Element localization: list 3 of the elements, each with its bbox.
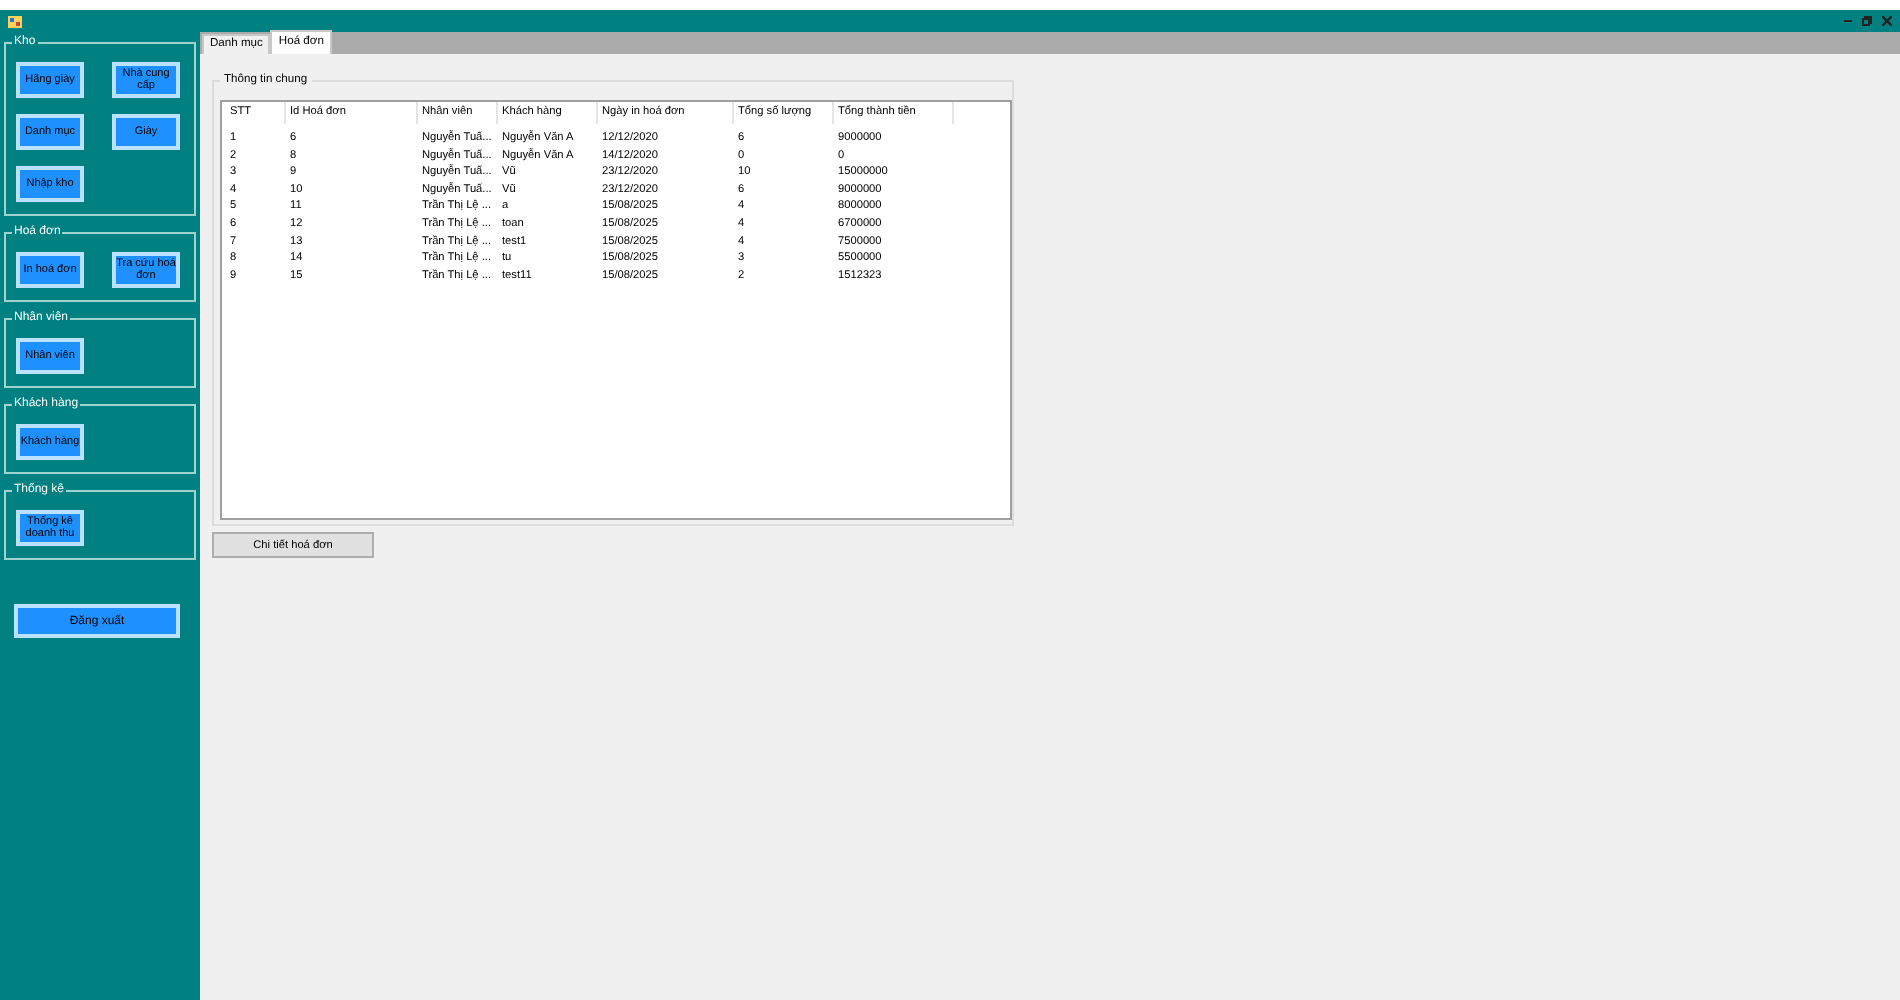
close-icon[interactable] xyxy=(1882,16,1892,26)
form-icon xyxy=(8,15,22,27)
restore-icon[interactable] xyxy=(1862,16,1872,26)
